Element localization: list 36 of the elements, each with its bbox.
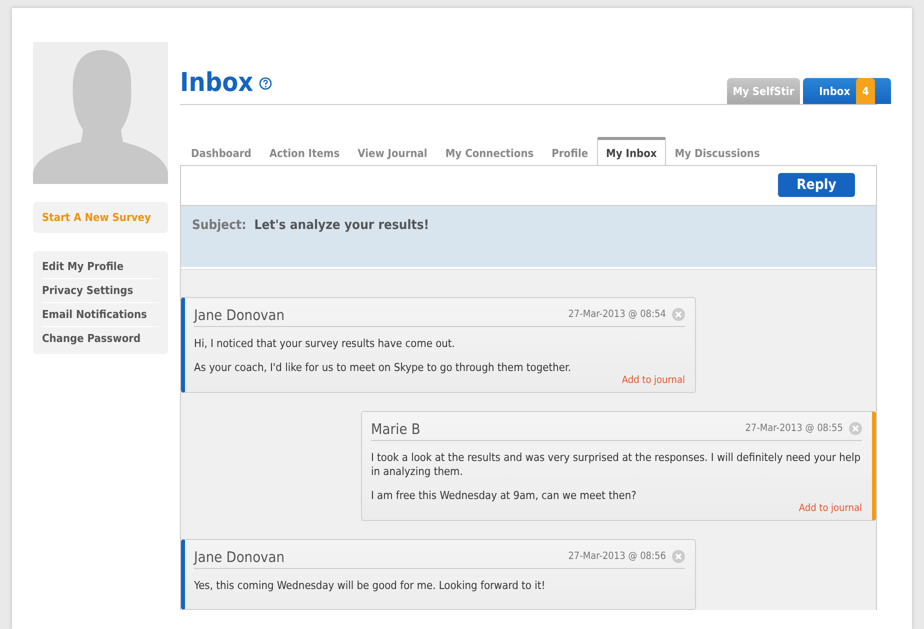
message-time: 27-Mar-2013 @ 08:54 — [568, 308, 666, 320]
subject-text: Let's analyze your results! — [254, 218, 430, 235]
message-text: I am free this Wednesday at 9am, can we meet then? — [371, 489, 638, 503]
message-time: 27-Mar-2013 @ 08:56 — [568, 550, 666, 562]
nav-tab[interactable]: My Connections — [436, 137, 543, 165]
message-author: Jane Donovan — [194, 549, 286, 566]
close-icon[interactable] — [672, 308, 685, 320]
help-icon[interactable] — [259, 77, 272, 90]
top-tab[interactable]: Inbox 4 — [803, 78, 891, 104]
start-survey-link[interactable]: Start A New Survey — [33, 202, 168, 233]
message-text: Hi, I noticed that your survey results have come out. — [194, 337, 456, 351]
nav-tab[interactable]: View Journal — [348, 137, 436, 165]
sidebar-link[interactable]: Privacy Settings — [42, 279, 159, 303]
sidebar-link[interactable]: Edit My Profile — [42, 255, 159, 279]
nav-tab[interactable]: Dashboard — [182, 137, 260, 165]
close-icon[interactable] — [849, 422, 862, 434]
message-author: Marie B — [371, 421, 422, 438]
nav-tab[interactable]: Profile — [542, 137, 598, 165]
nav-tab[interactable]: Action Items — [260, 137, 349, 165]
reply-button[interactable]: Reply — [778, 173, 855, 197]
message-text: As your coach, I'd like for us to meet on Skype to go through them together. — [194, 361, 572, 375]
close-icon[interactable] — [672, 550, 685, 562]
count-badge: 4 — [856, 78, 875, 104]
subject-label: Subject: — [192, 218, 246, 235]
sidebar-link[interactable]: Email Notifications — [42, 303, 159, 327]
top-tab[interactable]: My SelfStir — [726, 78, 800, 104]
message-time: 27-Mar-2013 @ 08:55 — [745, 422, 843, 434]
message-text: Yes, this coming Wednesday will be good for me. Looking forward to it! — [194, 579, 546, 593]
nav-tab[interactable]: My Inbox — [597, 137, 666, 166]
add-to-journal-link[interactable]: Add to journal — [622, 375, 685, 386]
page-title: Inbox — [180, 68, 254, 98]
sidebar-link[interactable]: Change Password — [42, 327, 159, 350]
message-text: I took a look at the results and was very surprised at the responses. I will definitely need your help in analyzing them. — [371, 451, 862, 479]
message-author: Jane Donovan — [194, 307, 286, 324]
nav-tab[interactable]: My Discussions — [666, 137, 769, 165]
add-to-journal-link[interactable]: Add to journal — [798, 503, 862, 514]
